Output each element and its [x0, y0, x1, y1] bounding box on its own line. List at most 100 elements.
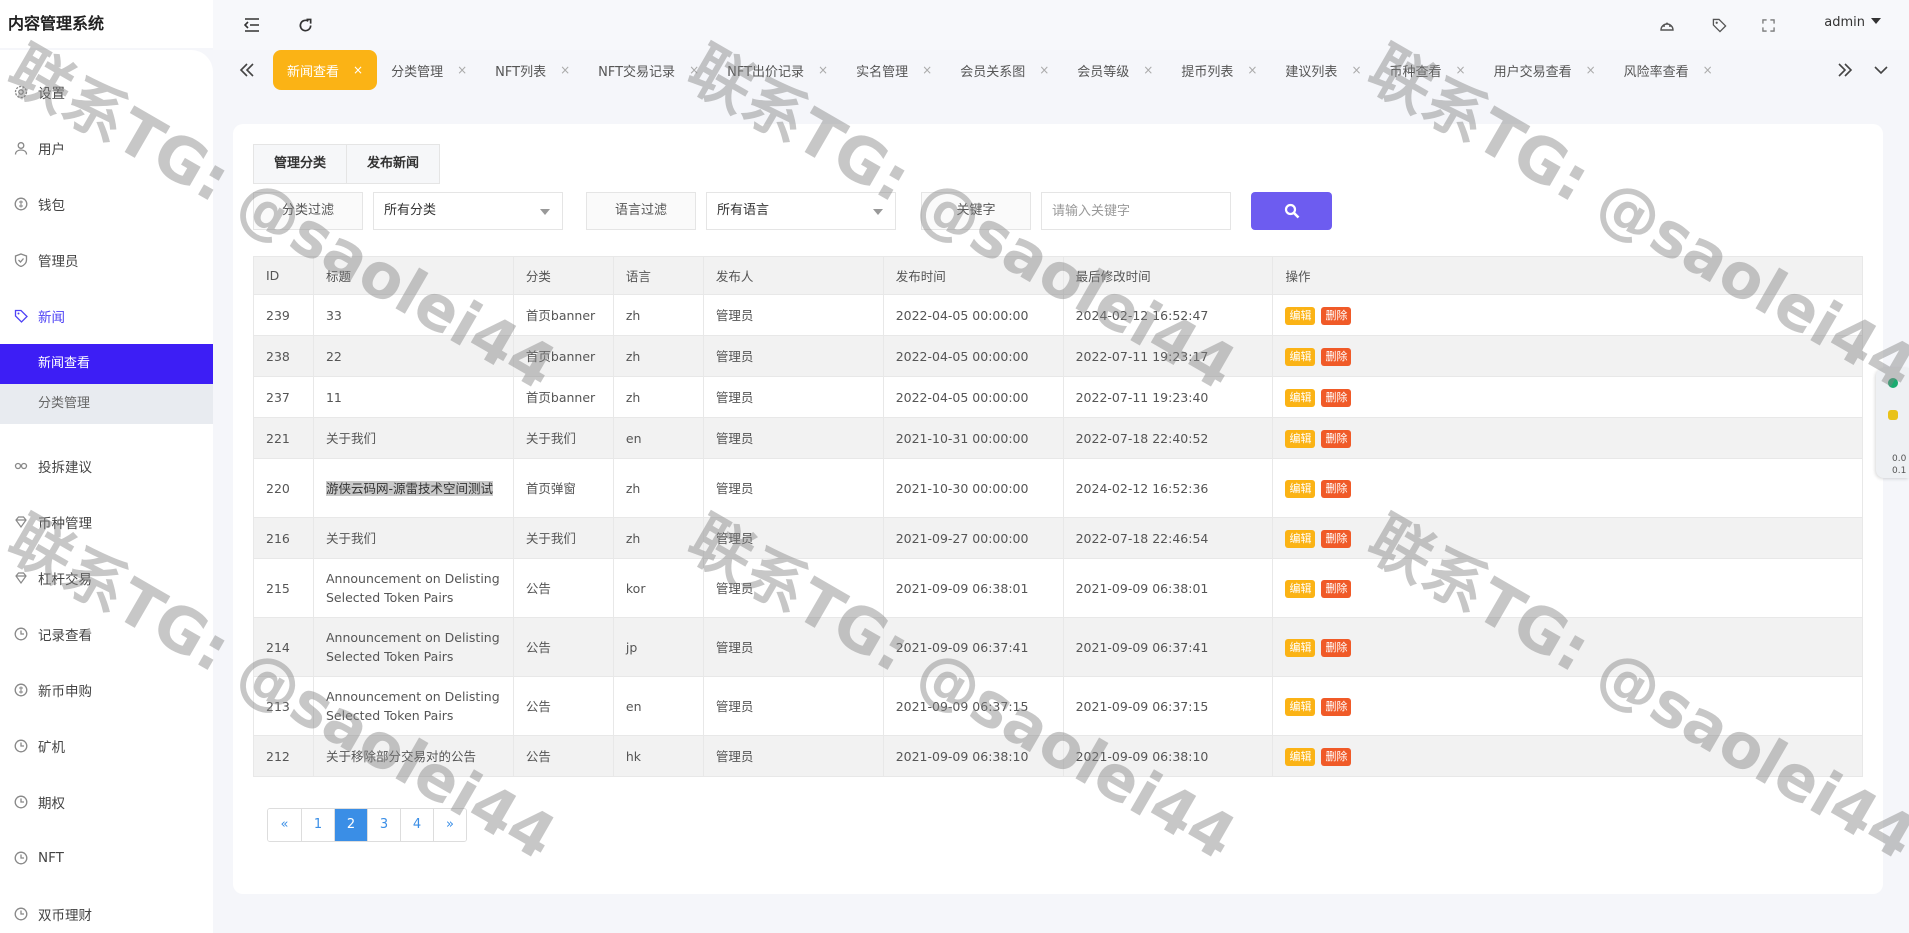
delete-button[interactable]: 删除 — [1321, 748, 1352, 766]
close-icon[interactable]: × — [689, 63, 699, 77]
page-link[interactable]: 4 — [400, 809, 433, 841]
fullscreen-icon[interactable] — [1758, 15, 1778, 35]
tabs-scroll-left-icon[interactable] — [235, 58, 259, 82]
tabs: 新闻查看 × 分类管理 × NFT列表 × NFT交易记录 × NFT出价记录 × 实名管理 × 会员关… — [273, 50, 1833, 90]
cell-text: 220 — [266, 480, 290, 496]
sidebar-item[interactable]: 新闻 — [0, 288, 213, 344]
theme-palette-icon[interactable] — [1657, 15, 1677, 35]
close-icon[interactable]: × — [1143, 63, 1153, 77]
category-select[interactable]: 所有分类 — [373, 192, 563, 230]
delete-button[interactable]: 删除 — [1321, 698, 1352, 716]
refresh-icon[interactable] — [295, 15, 315, 35]
tab[interactable]: 会员关系图 × — [946, 50, 1063, 90]
edit-button[interactable]: 编辑 — [1285, 639, 1316, 657]
close-icon[interactable]: × — [457, 63, 467, 77]
cell-text: Announcement on Delisting Selected Token… — [325, 630, 500, 664]
tab[interactable]: 建议列表 × — [1271, 50, 1375, 90]
cell-id: 212 — [253, 735, 314, 777]
cell-text: kor — [625, 580, 646, 596]
tab[interactable]: NFT出价记录 × — [713, 50, 842, 90]
edit-button[interactable]: 编辑 — [1285, 389, 1316, 407]
close-icon[interactable]: × — [1039, 63, 1049, 77]
sidebar-item[interactable]: 管理员 — [0, 232, 213, 288]
page-link[interactable]: 2 — [334, 809, 367, 841]
tab[interactable]: 新闻查看 × — [273, 50, 378, 90]
close-icon[interactable]: × — [818, 63, 828, 77]
sidebar-item[interactable]: 新币申购 — [0, 662, 213, 718]
table-row: 238 22 首页banner zh 管理员 2022-04-05 00:00:00 202… — [253, 335, 1863, 377]
collapse-menu-icon[interactable] — [242, 15, 262, 35]
edit-button[interactable]: 编辑 — [1285, 748, 1316, 766]
edit-button[interactable]: 编辑 — [1285, 698, 1316, 716]
sidebar-subitem[interactable]: 新闻查看 — [0, 344, 213, 384]
page-link[interactable]: 3 — [367, 809, 400, 841]
tab[interactable]: 实名管理 × — [842, 50, 946, 90]
search-button[interactable] — [1251, 192, 1332, 230]
close-icon[interactable]: × — [353, 63, 363, 77]
publish-news-button[interactable]: 发布新闻 — [346, 145, 440, 183]
close-icon[interactable]: × — [1703, 63, 1713, 77]
cell-text: Announcement on Delisting Selected Token… — [325, 571, 500, 605]
sidebar-item[interactable]: 双币理财 — [0, 886, 213, 933]
tabs-menu-chevron-icon[interactable] — [1869, 58, 1893, 82]
tab[interactable]: NFT列表 × — [481, 50, 584, 90]
sidebar-item[interactable]: NFT — [0, 830, 213, 886]
tab[interactable]: 分类管理 × — [377, 50, 481, 90]
sidebar-item[interactable]: 矿机 — [0, 718, 213, 774]
delete-button[interactable]: 删除 — [1321, 530, 1352, 548]
tab-label: NFT出价记录 — [727, 64, 805, 80]
user-menu[interactable]: admin — [1824, 15, 1881, 30]
close-icon[interactable]: × — [1351, 63, 1361, 77]
sidebar-item[interactable]: 用户 — [0, 120, 213, 176]
sidebar-item[interactable]: 记录查看 — [0, 606, 213, 662]
cell-text: 管理员 — [715, 480, 754, 496]
tab[interactable]: 风险率查看 × — [1610, 50, 1727, 90]
tab[interactable]: 用户交易查看 × — [1480, 50, 1610, 90]
close-icon[interactable]: × — [922, 63, 932, 77]
close-icon[interactable]: × — [1456, 63, 1466, 77]
sidebar-item[interactable]: 钱包 — [0, 176, 213, 232]
delete-button[interactable]: 删除 — [1321, 430, 1352, 448]
edit-button[interactable]: 编辑 — [1285, 430, 1316, 448]
keyword-input[interactable] — [1041, 192, 1231, 230]
sidebar-item[interactable]: 杠杆交易 — [0, 550, 213, 606]
page-link[interactable]: « — [268, 809, 301, 841]
delete-button[interactable]: 删除 — [1321, 307, 1352, 325]
close-icon[interactable]: × — [1586, 63, 1596, 77]
tab[interactable]: 币种查看 × — [1376, 50, 1480, 90]
tabs-scroll-right-icon[interactable] — [1833, 58, 1857, 82]
action-button-group: 管理分类 发布新闻 — [253, 144, 441, 184]
sidebar-subitem[interactable]: 分类管理 — [0, 384, 213, 424]
delete-button[interactable]: 删除 — [1321, 580, 1352, 598]
language-select[interactable]: 所有语言 — [706, 192, 896, 230]
page-link[interactable]: » — [433, 809, 466, 841]
delete-button[interactable]: 删除 — [1321, 348, 1352, 366]
tab[interactable]: 提币列表 × — [1167, 50, 1271, 90]
sidebar-item[interactable]: 期权 — [0, 774, 213, 830]
cell-title: 关于我们 — [312, 517, 514, 559]
sidebar-item[interactable]: 币种管理 — [0, 494, 213, 550]
close-icon[interactable]: × — [560, 63, 570, 77]
sidebar-item[interactable]: 设置 — [0, 64, 213, 120]
edit-button[interactable]: 编辑 — [1285, 348, 1316, 366]
manage-category-button[interactable]: 管理分类 — [254, 145, 347, 183]
cell-modified: 2021-09-09 06:37:15 — [1062, 676, 1274, 736]
edit-button[interactable]: 编辑 — [1285, 530, 1316, 548]
network-speed-widget[interactable]: 0.0 0.1 — [1876, 368, 1909, 478]
cell-modified: 2021-09-09 06:38:10 — [1062, 735, 1274, 777]
edit-button[interactable]: 编辑 — [1285, 580, 1316, 598]
edit-button[interactable]: 编辑 — [1285, 480, 1316, 498]
tab[interactable]: NFT交易记录 × — [584, 50, 713, 90]
edit-button[interactable]: 编辑 — [1285, 307, 1316, 325]
tag-icon[interactable] — [1709, 15, 1729, 35]
delete-button[interactable]: 删除 — [1321, 480, 1352, 498]
delete-button[interactable]: 删除 — [1321, 389, 1352, 407]
close-icon[interactable]: × — [1247, 63, 1257, 77]
cell-modified: 2021-09-09 06:38:01 — [1062, 558, 1274, 618]
sidebar-item-label: 杠杆交易 — [38, 572, 92, 588]
page-link[interactable]: 1 — [301, 809, 334, 841]
delete-button[interactable]: 删除 — [1321, 639, 1352, 657]
status-dot-icon — [1888, 378, 1898, 388]
sidebar-item[interactable]: 投拆建议 — [0, 438, 213, 494]
tab[interactable]: 会员等级 × — [1063, 50, 1167, 90]
